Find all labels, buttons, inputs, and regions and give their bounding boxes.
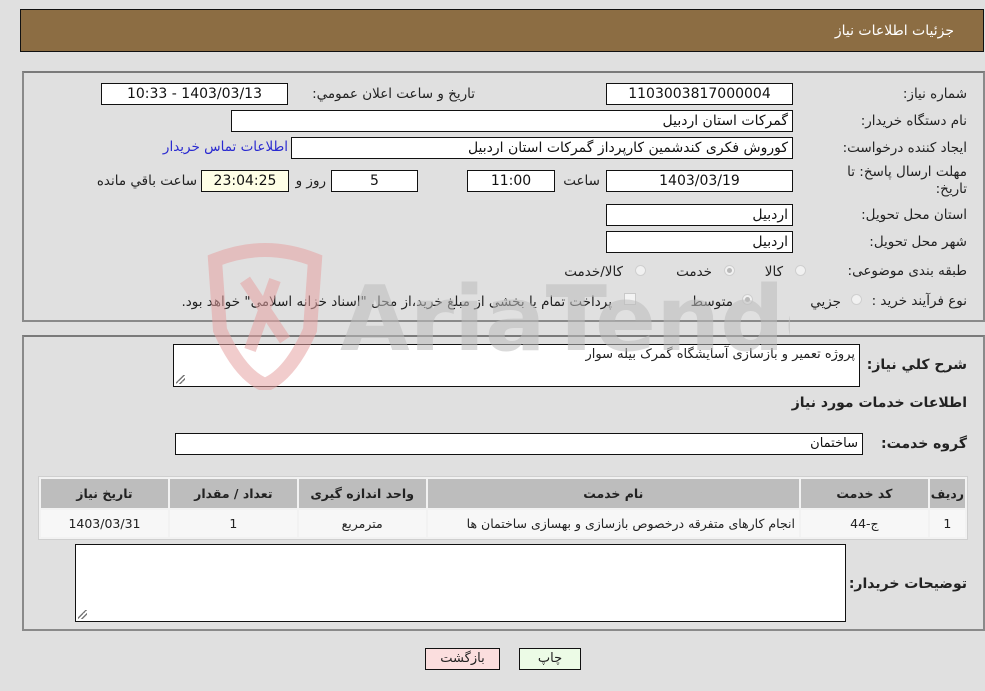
col-header-need-date: تاریخ نیاز: [41, 479, 168, 508]
description-text: پروژه تعمیر و بازسازی آسایشگاه گمرک بیله…: [585, 347, 855, 362]
province-label: استان محل تحویل:: [861, 207, 967, 223]
remaining-time-field: 23:04:25: [201, 170, 289, 192]
col-header-service-code: کد خدمت: [800, 479, 928, 508]
city-label: شهر محل تحویل:: [869, 234, 967, 250]
cell-service-name: انجام کارهای متفرقه درخصوص بازسازی و بهس…: [427, 510, 799, 537]
description-textarea[interactable]: پروژه تعمیر و بازسازی آسایشگاه گمرک بیله…: [173, 344, 860, 387]
announce-datetime-field: 1403/03/13 - 10:33: [101, 83, 288, 105]
process-radio-medium[interactable]: [742, 294, 753, 305]
resize-grip-icon[interactable]: [78, 610, 87, 619]
back-button[interactable]: بازگشت: [425, 648, 500, 670]
process-label: نوع فرآیند خرید :: [871, 293, 967, 309]
treasury-note: پرداخت تمام یا بخشی از مبلغ خرید،از محل …: [181, 294, 612, 310]
cell-row-number: 1: [929, 510, 965, 537]
need-number-field: 1103003817000004: [606, 83, 793, 105]
table-header-row: ردیف کد خدمت نام خدمت واحد اندازه گیری ت…: [41, 479, 965, 508]
process-option-minor: جزيي: [810, 294, 841, 310]
resize-grip-icon[interactable]: [176, 375, 185, 384]
col-header-row-number: ردیف: [929, 479, 965, 508]
cell-service-code: ج-44: [800, 510, 928, 537]
buyer-notes-textarea[interactable]: [75, 544, 846, 622]
category-radio-goods[interactable]: [795, 265, 806, 276]
category-option-goods-service: کالا/خدمت: [564, 264, 623, 280]
province-field: اردبیل: [606, 204, 793, 226]
days-remaining-field: 5: [331, 170, 418, 192]
buyer-notes-label: توضیحات خریدار:: [848, 576, 967, 592]
col-header-quantity: تعداد / مقدار: [169, 479, 297, 508]
table-row: 1 ج-44 انجام کارهای متفرقه درخصوص بازساز…: [41, 510, 965, 537]
category-option-goods: کالا: [764, 264, 783, 280]
deadline-date-field: 1403/03/19: [606, 170, 793, 192]
need-number-label: شماره نیاز:: [902, 86, 967, 102]
buyer-contact-link[interactable]: اطلاعات تماس خریدار: [163, 139, 288, 155]
category-option-service: خدمت: [676, 264, 712, 280]
print-button[interactable]: چاپ: [519, 648, 581, 670]
creator-field: کوروش فکری کندشمین کارپرداز گمرکات استان…: [291, 137, 793, 159]
process-radio-minor[interactable]: [851, 294, 862, 305]
cell-unit: مترمربع: [298, 510, 426, 537]
deadline-time-label: ساعت: [563, 173, 600, 189]
col-header-unit: واحد اندازه گیری: [298, 479, 426, 508]
service-group-label: گروه خدمت:: [881, 436, 967, 452]
description-label: شرح کلي نیاز:: [866, 357, 967, 373]
city-field: اردبیل: [606, 231, 793, 253]
deadline-time-field: 11:00: [467, 170, 555, 192]
category-radio-goods-service[interactable]: [635, 265, 646, 276]
buyer-org-label: نام دستگاه خریدار:: [860, 113, 967, 129]
col-header-service-name: نام خدمت: [427, 479, 799, 508]
category-label: طبقه بندی موضوعی:: [847, 263, 967, 279]
services-section-title: اطلاعات خدمات مورد نیاز: [791, 395, 967, 411]
announce-label: تاریخ و ساعت اعلان عمومي:: [312, 86, 475, 102]
remaining-label: ساعت باقي مانده: [96, 173, 197, 189]
category-radio-service[interactable]: [724, 265, 735, 276]
cell-need-date: 1403/03/31: [41, 510, 168, 537]
treasury-checkbox[interactable]: [624, 293, 636, 305]
buyer-org-field: گمرکات استان اردبیل: [231, 110, 793, 132]
deadline-label: مهلت ارسال پاسخ: تا تاریخ:: [847, 164, 967, 197]
services-table: ردیف کد خدمت نام خدمت واحد اندازه گیری ت…: [38, 476, 968, 540]
page-title: جزئیات اطلاعات نیاز: [834, 23, 954, 39]
creator-label: ایجاد کننده درخواست:: [842, 140, 967, 156]
days-label: روز و: [295, 173, 326, 189]
cell-quantity: 1: [169, 510, 297, 537]
page-header: جزئیات اطلاعات نیاز: [20, 9, 984, 52]
service-group-field: ساختمان: [175, 433, 863, 455]
process-option-medium: متوسط: [690, 294, 733, 310]
